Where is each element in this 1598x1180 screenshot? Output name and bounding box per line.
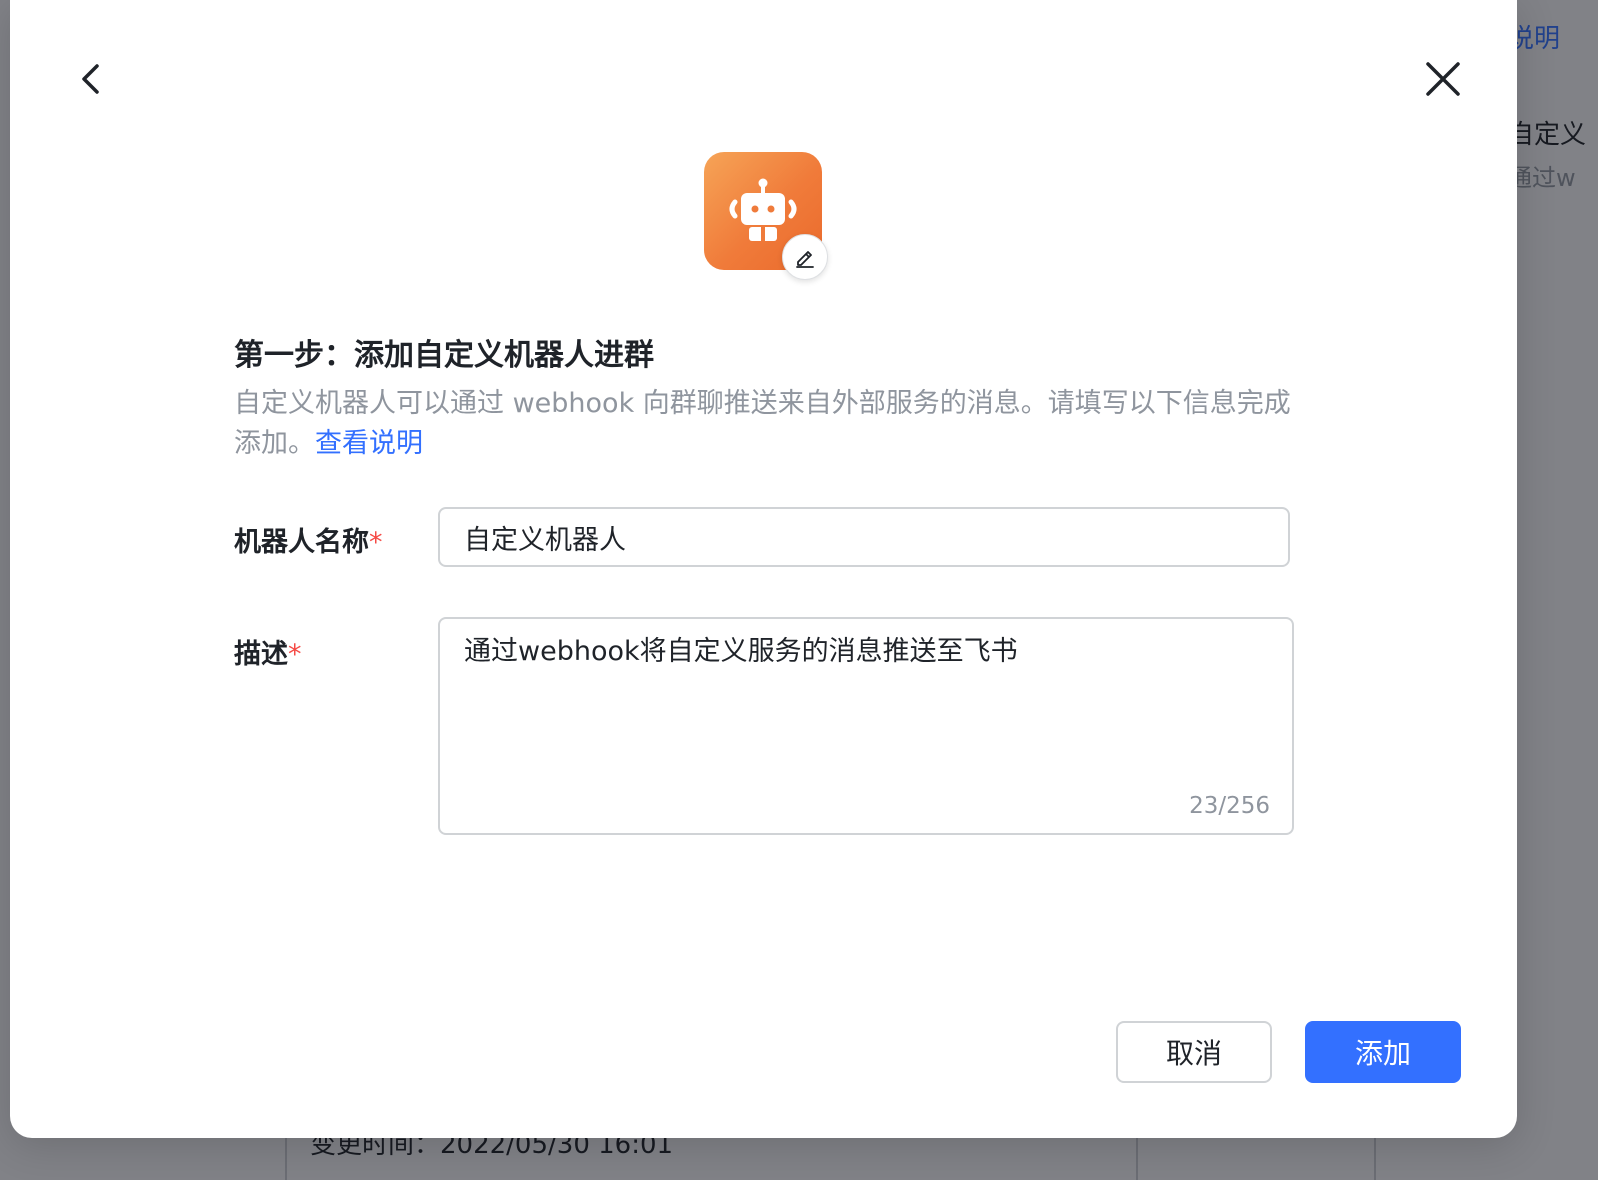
required-mark: *: [369, 527, 383, 558]
required-mark: *: [288, 639, 302, 670]
bot-name-label: 机器人名称*: [234, 520, 383, 559]
help-link[interactable]: 查看说明: [315, 428, 423, 459]
bot-name-label-text: 机器人名称: [234, 527, 369, 558]
bot-avatar-container: [704, 152, 834, 282]
close-icon: [1426, 62, 1460, 96]
pencil-icon: [796, 251, 814, 268]
step-title: 第一步：添加自定义机器人进群: [234, 338, 654, 373]
back-button[interactable]: [70, 56, 116, 102]
bot-avatar[interactable]: [704, 152, 828, 280]
bot-name-input[interactable]: [438, 507, 1290, 567]
add-button[interactable]: 添加: [1305, 1021, 1461, 1083]
edit-avatar-button[interactable]: [782, 234, 828, 280]
description-textarea[interactable]: 通过webhook将自定义服务的消息推送至飞书: [440, 619, 1292, 789]
chevron-left-icon: [82, 64, 99, 94]
close-button[interactable]: [1420, 56, 1466, 102]
description-label-text: 描述: [234, 639, 288, 670]
add-bot-modal: 第一步：添加自定义机器人进群 自定义机器人可以通过 webhook 向群聊推送来…: [10, 0, 1517, 1138]
character-counter: 23/256: [1189, 793, 1270, 819]
step-description: 自定义机器人可以通过 webhook 向群聊推送来自外部服务的消息。请填写以下信…: [234, 384, 1294, 464]
description-field: 通过webhook将自定义服务的消息推送至飞书 23/256: [438, 617, 1294, 835]
description-label: 描述*: [234, 632, 302, 671]
cancel-button[interactable]: 取消: [1116, 1021, 1272, 1083]
